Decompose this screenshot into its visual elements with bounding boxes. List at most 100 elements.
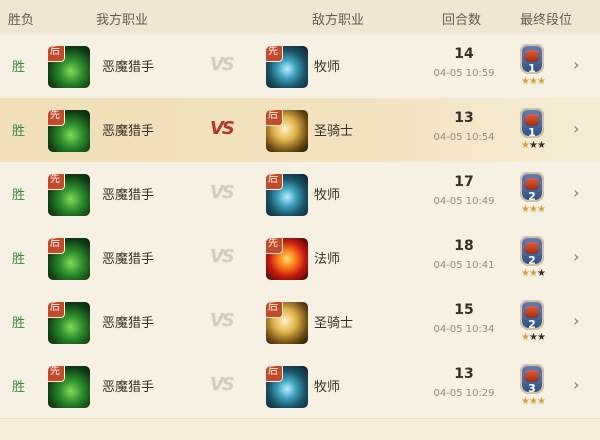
- rank-emblem-icon: 3: [520, 364, 544, 395]
- my-class-name: 恶魔猎手: [102, 316, 155, 331]
- chevron-right-icon[interactable]: ›: [573, 311, 579, 330]
- priest-icon: 后: [266, 174, 308, 216]
- my-class-name: 恶魔猎手: [102, 188, 155, 203]
- match-time: 04-05 10:49: [433, 196, 495, 207]
- turn-order-badge: 后: [266, 110, 282, 125]
- match-time: 04-05 10:29: [433, 388, 495, 399]
- rounds-count: 17: [454, 174, 474, 190]
- enemy-class-name: 牧师: [314, 380, 341, 395]
- rank-stars: ★★★: [518, 268, 548, 279]
- header-result: 胜负: [8, 13, 35, 28]
- rank-stars: ★★★: [518, 204, 548, 215]
- rank-gem-icon: [525, 114, 539, 126]
- chevron-right-icon[interactable]: ›: [573, 183, 579, 202]
- vs-icon: VS: [210, 374, 235, 395]
- star-icon: ★: [536, 268, 546, 279]
- my-class-name: 恶魔猎手: [102, 380, 155, 395]
- demon-hunter-icon: 先: [48, 366, 90, 408]
- match-row[interactable]: 胜 后恶魔猎手 VS 后圣骑士 15 04-05 10:34 2 ★★★ ›: [0, 290, 600, 355]
- star-icon: ★: [521, 332, 530, 343]
- chevron-right-icon[interactable]: ›: [573, 119, 579, 138]
- match-row[interactable]: 胜 先恶魔猎手 VS 后牧师 13 04-05 10:29 3 ★★★ ›: [0, 354, 600, 419]
- enemy-class-name: 法师: [314, 252, 341, 267]
- rank-emblem-icon: 1: [520, 44, 544, 75]
- rounds-count: 14: [454, 46, 474, 62]
- rank-emblem-icon: 2: [520, 236, 544, 267]
- rank-emblem-icon: 1: [520, 108, 544, 139]
- rank-number: 3: [528, 382, 536, 395]
- match-time: 04-05 10:54: [433, 132, 495, 143]
- match-row[interactable]: 胜 先恶魔猎手 VS 后牧师 17 04-05 10:49 2 ★★★ ›: [0, 162, 600, 227]
- rank-stars: ★★★: [518, 396, 548, 407]
- rank-number: 2: [528, 254, 536, 267]
- enemy-class-name: 牧师: [314, 188, 341, 203]
- header-final-rank: 最终段位: [520, 13, 573, 28]
- star-icon: ★★: [529, 332, 546, 343]
- enemy-class-name: 圣骑士: [314, 316, 354, 331]
- rounds-count: 13: [454, 110, 474, 126]
- demon-hunter-icon: 后: [48, 302, 90, 344]
- demon-hunter-icon: 后: [48, 238, 90, 280]
- paladin-icon: 后: [266, 302, 308, 344]
- turn-order-badge: 后: [48, 238, 64, 253]
- rank-gem-icon: [525, 50, 539, 62]
- rank-stars: ★★★: [518, 76, 548, 87]
- result-label: 胜: [12, 60, 26, 75]
- rank-gem-icon: [525, 178, 539, 190]
- my-class-name: 恶魔猎手: [102, 60, 155, 75]
- header-enemy-class: 敌方职业: [312, 13, 365, 28]
- vs-icon: VS: [210, 246, 235, 267]
- turn-order-badge: 后: [48, 302, 64, 317]
- header-rounds: 回合数: [442, 13, 482, 28]
- chevron-right-icon[interactable]: ›: [573, 55, 579, 74]
- rounds-count: 13: [454, 366, 474, 382]
- match-row[interactable]: 胜 先恶魔猎手 VS 后圣骑士 13 04-05 10:54 1 ★★★ ›: [0, 98, 600, 163]
- result-label: 胜: [12, 124, 26, 139]
- my-class-name: 恶魔猎手: [102, 252, 155, 267]
- demon-hunter-icon: 后: [48, 46, 90, 88]
- turn-order-badge: 先: [48, 110, 64, 125]
- rank-emblem-icon: 2: [520, 300, 544, 331]
- star-icon: ★: [521, 140, 530, 151]
- match-row[interactable]: 胜 后恶魔猎手 VS 先法师 18 04-05 10:41 2 ★★★ ›: [0, 226, 600, 291]
- turn-order-badge: 后: [48, 46, 64, 61]
- result-label: 胜: [12, 316, 26, 331]
- rank-gem-icon: [525, 242, 539, 254]
- rounds-count: 18: [454, 238, 474, 254]
- chevron-right-icon[interactable]: ›: [573, 375, 579, 394]
- vs-icon: VS: [210, 54, 235, 75]
- turn-order-badge: 后: [266, 366, 282, 381]
- turn-order-badge: 先: [48, 366, 64, 381]
- rounds-count: 15: [454, 302, 474, 318]
- match-row[interactable]: 胜 后恶魔猎手 VS 先牧师 14 04-05 10:59 1 ★★★ ›: [0, 34, 600, 99]
- star-icon: ★★★: [521, 396, 546, 407]
- turn-order-badge: 先: [266, 238, 282, 253]
- priest-icon: 后: [266, 366, 308, 408]
- vs-icon: VS: [210, 310, 235, 331]
- vs-icon: VS: [210, 182, 235, 203]
- rank-gem-icon: [525, 306, 539, 318]
- priest-icon: 先: [266, 46, 308, 88]
- star-icon: ★★★: [521, 76, 546, 87]
- table-header: 胜负 我方职业 敌方职业 回合数 最终段位: [0, 0, 600, 34]
- turn-order-badge: 后: [266, 302, 282, 317]
- turn-order-badge: 先: [266, 46, 282, 61]
- chevron-right-icon[interactable]: ›: [573, 247, 579, 266]
- result-label: 胜: [12, 252, 26, 267]
- demon-hunter-icon: 先: [48, 110, 90, 152]
- rank-emblem-icon: 2: [520, 172, 544, 203]
- vs-icon: VS: [210, 118, 235, 139]
- result-label: 胜: [12, 188, 26, 203]
- header-my-class: 我方职业: [96, 13, 149, 28]
- demon-hunter-icon: 先: [48, 174, 90, 216]
- enemy-class-name: 圣骑士: [314, 124, 354, 139]
- paladin-icon: 后: [266, 110, 308, 152]
- star-icon: ★★★: [521, 204, 546, 215]
- rank-gem-icon: [525, 370, 539, 382]
- match-time: 04-05 10:59: [433, 68, 495, 79]
- my-class-name: 恶魔猎手: [102, 124, 155, 139]
- rank-number: 1: [528, 62, 536, 75]
- rank-stars: ★★★: [518, 140, 548, 151]
- enemy-class-name: 牧师: [314, 60, 341, 75]
- rank-number: 2: [528, 190, 536, 203]
